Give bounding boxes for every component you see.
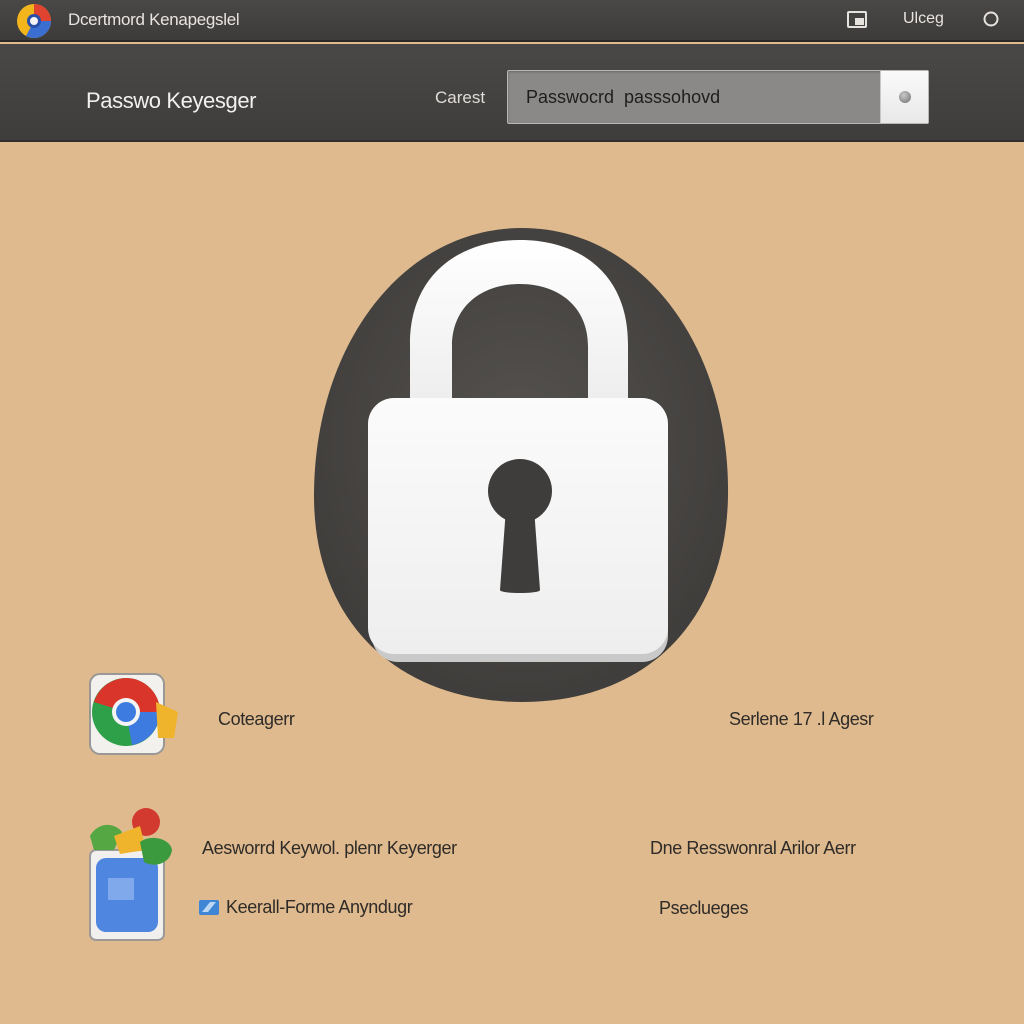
recent-label: Dne Resswonral Arilor Aerr [650, 838, 856, 858]
app-logo-icon[interactable] [16, 3, 52, 39]
series-label: Serlene 17 .l Agesr [729, 709, 874, 729]
chrome-browser-icon[interactable] [86, 668, 186, 760]
window-icon[interactable] [846, 9, 868, 31]
search-input[interactable] [508, 71, 880, 123]
form-link-label: Keerall-Forme Anyndugr [226, 896, 413, 917]
keylogger-label: Aesworrd Keywol. plenr Keyerger [202, 838, 457, 858]
help-icon[interactable] [980, 9, 1002, 31]
packages-label: Pseclueges [659, 898, 749, 918]
user-menu[interactable]: Ulceg [903, 10, 944, 28]
title-bar: Dcertmord Kenapegslel Ulceg [0, 0, 1024, 42]
app-header: Passwo Keyesger Carest [0, 44, 1024, 142]
folder-icon [199, 900, 219, 915]
search-button[interactable] [880, 71, 928, 123]
folder-apps-icon[interactable] [84, 806, 184, 946]
search-label: Carest [435, 88, 486, 107]
page-title: Passwo Keyesger [86, 88, 257, 113]
window-title: Dcertmord Kenapegslel [68, 10, 240, 29]
category-label: Coteagerr [218, 709, 295, 729]
padlock-icon [314, 228, 729, 702]
form-link[interactable]: Keerall-Forme Anyndugr [198, 896, 413, 918]
search-button-icon [898, 91, 911, 103]
search-box [507, 70, 929, 124]
